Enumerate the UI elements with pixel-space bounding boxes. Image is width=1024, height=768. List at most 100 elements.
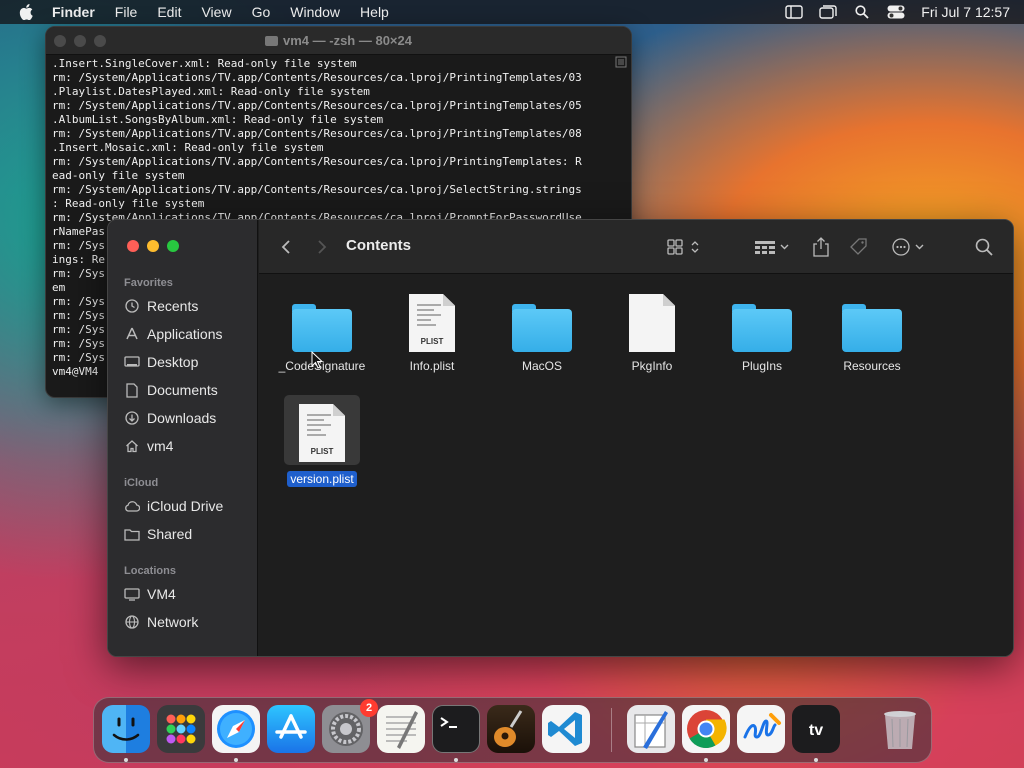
terminal-line: rm: /System/Applications/TV.app/Contents…	[52, 127, 582, 140]
terminal-line: ead-only file system	[52, 169, 185, 182]
dock-system-settings-icon[interactable]: 2	[322, 699, 378, 753]
dock-garageband-icon[interactable]	[487, 705, 535, 753]
stage-manager-icon[interactable]	[811, 0, 845, 24]
dock-chrome-icon[interactable]	[682, 705, 730, 753]
sidebar-toggle-icon[interactable]	[777, 0, 811, 24]
dock-finder-icon[interactable]	[102, 705, 150, 753]
cloud-icon	[124, 498, 140, 514]
notification-badge: 2	[360, 699, 378, 717]
sidebar-item-documents[interactable]: Documents	[124, 379, 218, 401]
tag-icon[interactable]	[849, 236, 869, 258]
finder-window-title: Contents	[346, 237, 411, 254]
finder-zoom-button[interactable]	[167, 240, 179, 252]
menu-edit[interactable]: Edit	[147, 0, 191, 24]
computer-icon	[124, 586, 140, 602]
finder-close-button[interactable]	[127, 240, 139, 252]
dock-vscode-icon[interactable]	[542, 705, 590, 753]
terminal-line: : Read-only file system	[52, 197, 205, 210]
applications-icon	[124, 326, 140, 342]
sidebar-section-favorites: Favorites	[124, 277, 173, 289]
terminal-line: rm: /System/Applications/TV.app/Contents…	[52, 155, 582, 168]
file-item-macos[interactable]: MacOS	[492, 288, 592, 374]
terminal-line: rm: /System/Applications/TV.app/Contents…	[52, 99, 582, 112]
sidebar-item-desktop[interactable]: Desktop	[124, 351, 198, 373]
file-item-plugins[interactable]: PlugIns	[712, 288, 812, 374]
plist-file-icon: PLIST	[409, 294, 455, 352]
terminal-line: .Playlist.DatesPlayed.xml: Read-only fil…	[52, 85, 370, 98]
menu-help[interactable]: Help	[350, 0, 399, 24]
finder-file-area[interactable]: _CodeSignature PLIST Info.plist MacOS Pk…	[259, 275, 1013, 656]
dock-apple-tv-icon[interactable]: tv	[792, 705, 840, 753]
dock-preview-icon[interactable]	[627, 705, 675, 753]
menu-window[interactable]: Window	[280, 0, 350, 24]
file-item-pkginfo[interactable]: PkgInfo	[602, 288, 702, 374]
folder-icon	[732, 304, 792, 352]
terminal-line: .Insert.Mosaic.xml: Read-only file syste…	[52, 141, 324, 154]
sidebar-item-icloud-drive[interactable]: iCloud Drive	[124, 495, 223, 517]
terminal-line: .AlbumList.SongsByAlbum.xml: Read-only f…	[52, 113, 384, 126]
sidebar-item-applications[interactable]: Applications	[124, 323, 223, 345]
dock-trash-icon[interactable]	[876, 705, 924, 753]
file-item-resources[interactable]: Resources	[822, 288, 922, 374]
back-chevron-icon[interactable]	[277, 238, 295, 256]
terminal-line: rm: /System/Applications/TV.app/Contents…	[52, 71, 582, 84]
sidebar-item-downloads[interactable]: Downloads	[124, 407, 216, 429]
menu-view[interactable]: View	[191, 0, 241, 24]
sidebar-item-vm4-disk[interactable]: VM4	[124, 583, 176, 605]
menu-bar: Finder File Edit View Go Window Help Fri…	[0, 0, 1024, 24]
file-item-info-plist[interactable]: PLIST Info.plist	[382, 288, 482, 374]
finder-window[interactable]: Favorites Recents Applications Desktop D…	[107, 219, 1014, 657]
terminal-title: vm4 — -zsh — 80×24	[46, 33, 631, 48]
dock-freeform-icon[interactable]	[737, 705, 785, 753]
search-icon[interactable]	[975, 236, 993, 258]
sidebar-item-shared[interactable]: Shared	[124, 523, 192, 545]
menu-app-name[interactable]: Finder	[52, 0, 105, 24]
spotlight-search-icon[interactable]	[845, 0, 879, 24]
file-item-version-plist[interactable]: PLIST version.plist	[272, 395, 372, 487]
dock-terminal-icon[interactable]	[432, 705, 480, 753]
sidebar-item-vm4[interactable]: vm4	[124, 435, 173, 457]
folder-icon	[512, 304, 572, 352]
home-icon	[124, 438, 140, 454]
group-by-grid-icon[interactable]	[754, 236, 792, 258]
desktop-icon	[124, 354, 140, 370]
dock-safari-icon[interactable]	[212, 705, 260, 753]
svg-text:tv: tv	[809, 722, 823, 739]
menu-go[interactable]: Go	[242, 0, 281, 24]
folder-icon	[842, 304, 902, 352]
terminal-titlebar[interactable]: vm4 — -zsh — 80×24	[46, 27, 631, 55]
dock-separator	[611, 708, 612, 752]
shared-folder-icon	[124, 526, 140, 542]
finder-sidebar: Favorites Recents Applications Desktop D…	[108, 220, 258, 656]
mouse-pointer-icon	[311, 350, 324, 374]
document-icon	[124, 382, 140, 398]
sidebar-item-recents[interactable]: Recents	[124, 295, 198, 317]
clock-icon	[124, 298, 140, 314]
folder-icon	[265, 36, 278, 46]
menu-bar-clock[interactable]: Fri Jul 7 12:57	[913, 4, 1010, 20]
terminal-line: rm: /System/Applications/TV.app/Contents…	[52, 183, 582, 196]
sidebar-item-network[interactable]: Network	[124, 611, 198, 633]
terminal-scroll-icon[interactable]	[615, 55, 629, 69]
control-center-icon[interactable]	[879, 0, 913, 24]
finder-minimize-button[interactable]	[147, 240, 159, 252]
dock: 2 tv	[93, 697, 932, 763]
folder-icon	[292, 304, 352, 352]
sidebar-section-locations: Locations	[124, 565, 176, 577]
menu-file[interactable]: File	[105, 0, 148, 24]
sidebar-section-icloud: iCloud	[124, 477, 159, 489]
forward-chevron-icon[interactable]	[313, 238, 331, 256]
share-icon[interactable]	[812, 236, 830, 258]
download-icon	[124, 410, 140, 426]
dock-textedit-icon[interactable]	[377, 705, 425, 753]
terminal-line: .Insert.SingleCover.xml: Read-only file …	[52, 57, 357, 70]
plist-file-icon: PLIST	[299, 404, 345, 462]
apple-menu-icon[interactable]	[0, 4, 52, 20]
finder-toolbar: Contents	[259, 220, 1013, 274]
dock-launchpad-icon[interactable]	[157, 705, 205, 753]
globe-icon	[124, 614, 140, 630]
icon-view-toggle-icon[interactable]	[667, 236, 703, 258]
dock-app-store-icon[interactable]	[267, 705, 315, 753]
more-actions-icon[interactable]	[891, 236, 927, 258]
blank-document-icon	[629, 294, 675, 352]
